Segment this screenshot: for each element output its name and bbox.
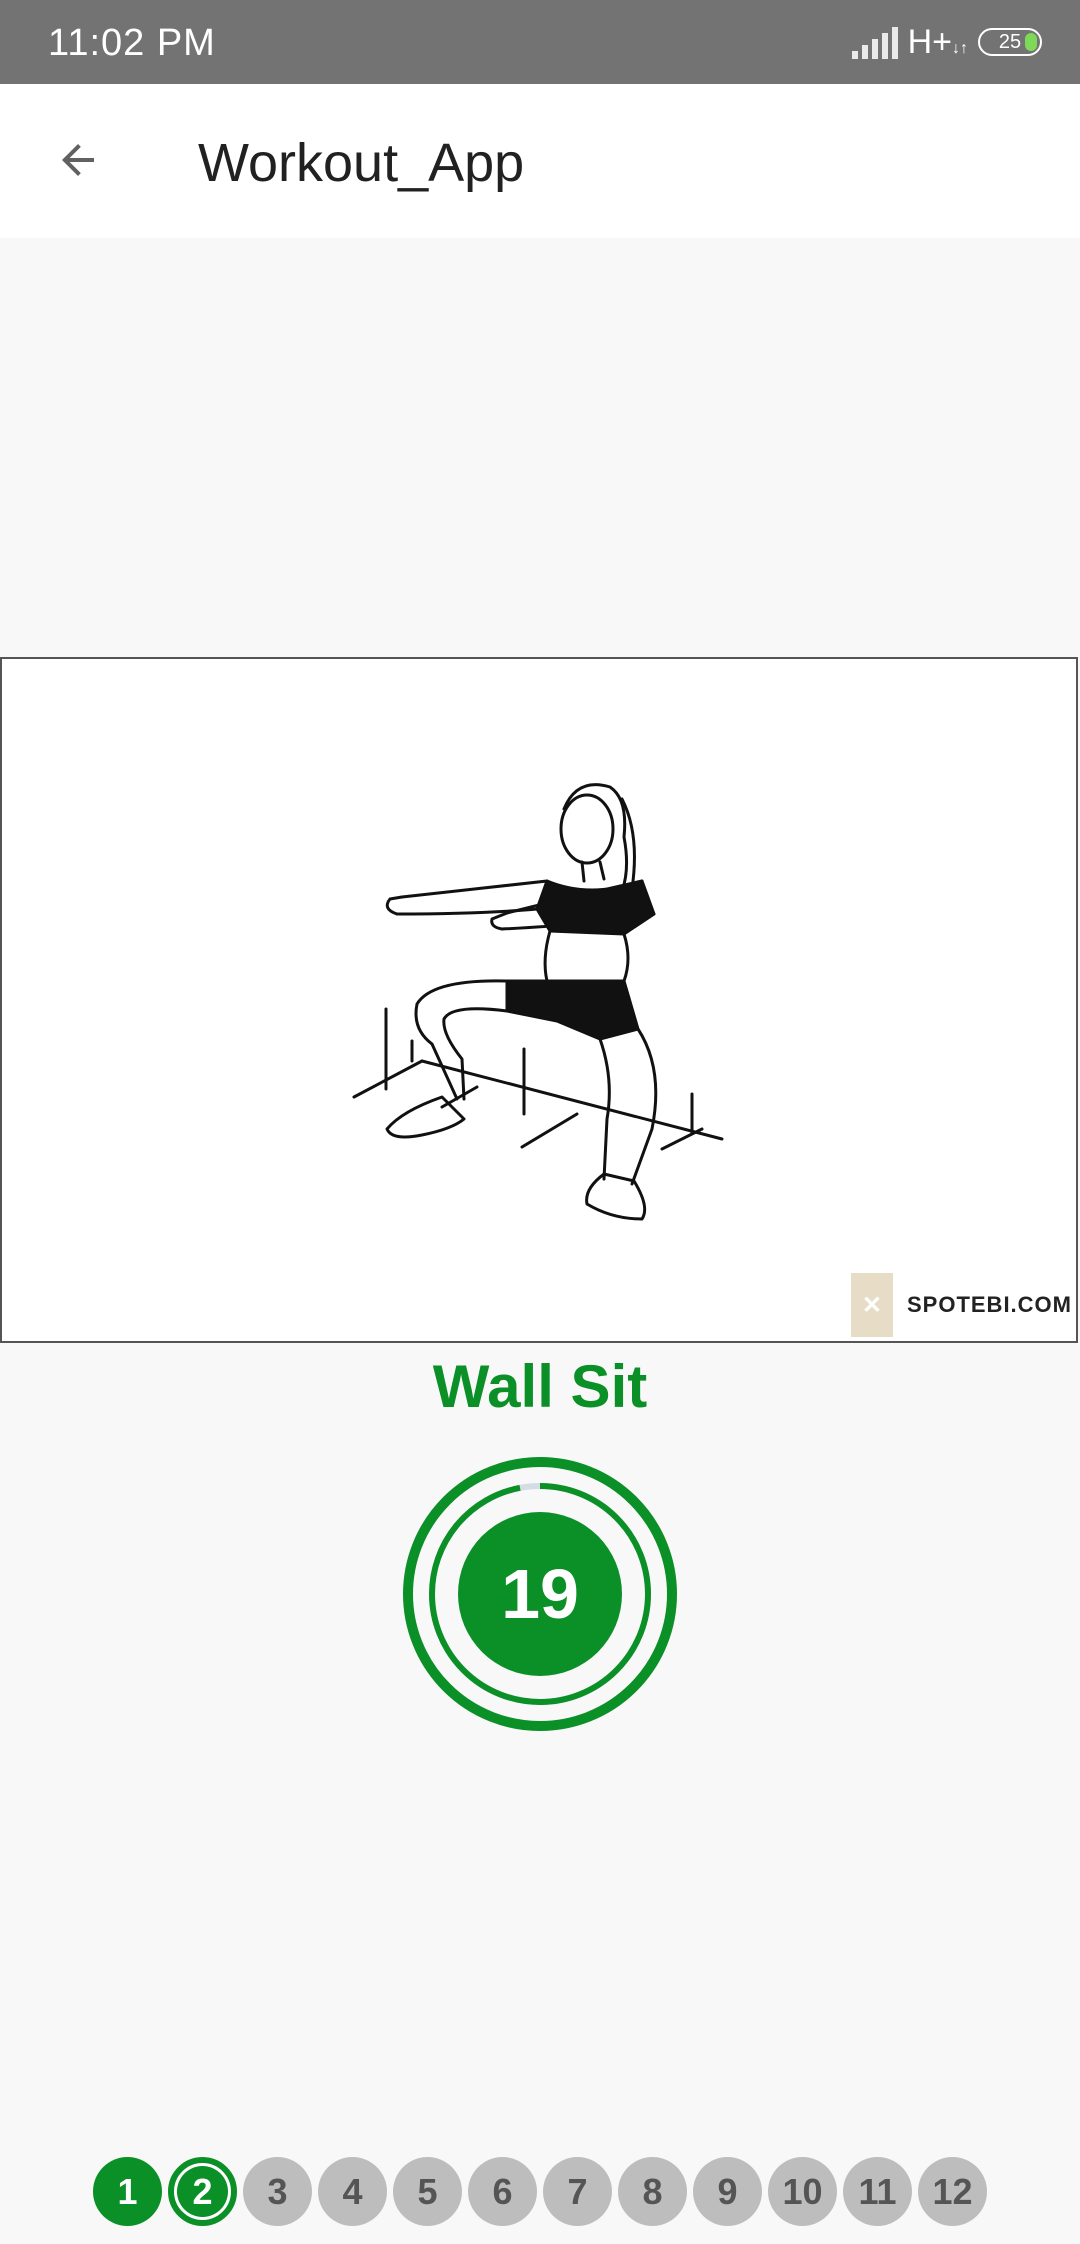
progress-step: 2 <box>168 2157 237 2226</box>
wall-sit-illustration <box>352 783 724 1221</box>
status-bar: 11:02 PM H+↓↑ 25 <box>0 0 1080 84</box>
exercise-progress-steps: 1 2 3 4 5 6 7 8 9 10 11 12 <box>93 2157 987 2227</box>
progress-step: 8 <box>618 2157 687 2226</box>
timer-value: 19 <box>501 1555 579 1633</box>
progress-step: 4 <box>318 2157 387 2226</box>
progress-step: 12 <box>918 2157 987 2226</box>
network-type: H+↓↑ <box>907 22 968 61</box>
progress-step-label: 3 <box>267 2170 288 2212</box>
progress-step-label: 10 <box>782 2170 823 2212</box>
progress-step: 5 <box>393 2157 462 2226</box>
exercise-image: ✕ SPOTEBI.COM <box>0 657 1078 1343</box>
watermark-logo-icon: ✕ <box>850 1273 893 1337</box>
progress-step-label: 9 <box>717 2170 738 2212</box>
signal-icon <box>851 25 898 59</box>
app-bar: Workout_App <box>0 84 1080 238</box>
progress-step: 3 <box>243 2157 312 2226</box>
battery-level: 25 <box>998 30 1022 53</box>
watermark-text: SPOTEBI.COM <box>906 1292 1072 1317</box>
progress-step-label: 2 <box>192 2170 213 2212</box>
app-title: Workout_App <box>198 133 525 193</box>
progress-step: 11 <box>843 2157 912 2226</box>
status-time: 11:02 PM <box>48 22 216 64</box>
progress-step-label: 7 <box>567 2170 588 2212</box>
progress-step: 9 <box>693 2157 762 2226</box>
back-button[interactable] <box>40 122 116 198</box>
progress-step-label: 5 <box>417 2170 438 2212</box>
progress-step-label: 12 <box>932 2170 973 2212</box>
exercise-name: Wall Sit <box>432 1353 648 1420</box>
progress-step: 10 <box>768 2157 837 2226</box>
progress-step-label: 1 <box>117 2170 138 2212</box>
countdown-timer: 19 <box>402 1456 678 1732</box>
progress-step-label: 4 <box>342 2170 363 2212</box>
progress-step: 7 <box>543 2157 612 2226</box>
status-icons: H+↓↑ 25 <box>851 20 1042 64</box>
progress-step: 6 <box>468 2157 537 2226</box>
watermark: ✕ SPOTEBI.COM <box>850 1273 1072 1337</box>
progress-step: 1 <box>93 2157 162 2226</box>
battery-icon: 25 <box>978 28 1042 56</box>
progress-step-label: 6 <box>492 2170 513 2212</box>
progress-step-label: 11 <box>858 2170 897 2212</box>
arrow-back-icon <box>62 144 94 176</box>
progress-step-label: 8 <box>642 2170 663 2212</box>
